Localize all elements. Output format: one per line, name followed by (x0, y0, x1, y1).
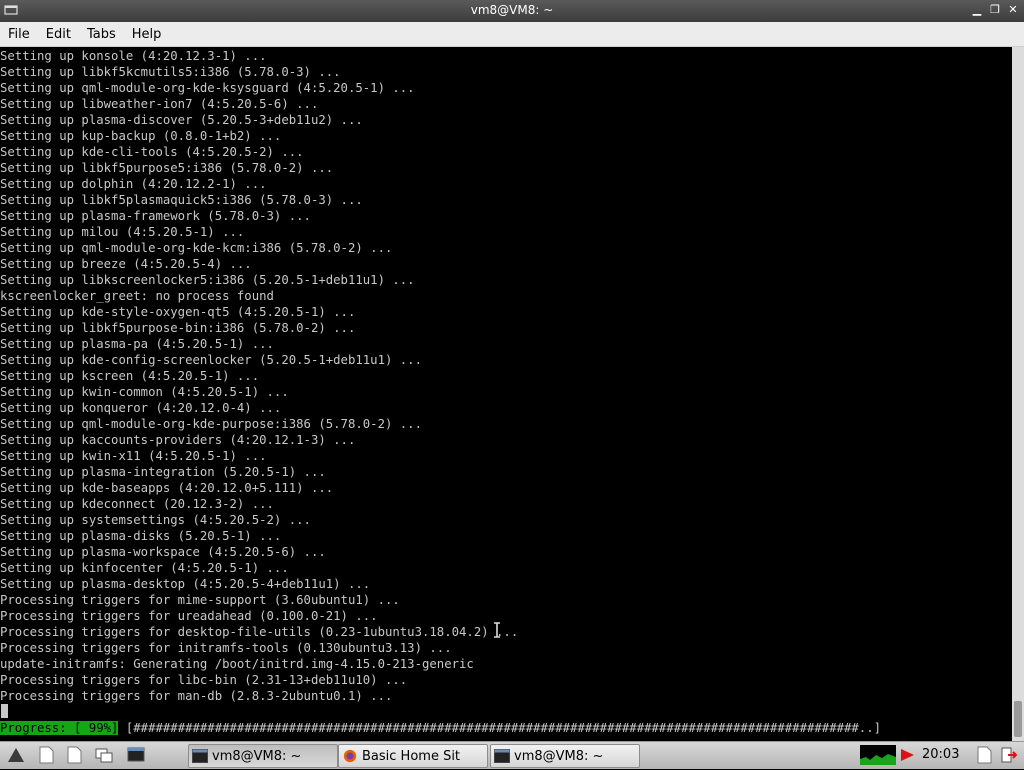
windows-icon[interactable] (94, 745, 114, 765)
terminal-line: Setting up libkscreenlocker5:i386 (5.20.… (0, 273, 415, 287)
terminal-line: Setting up kde-config-screenlocker (5.20… (0, 353, 422, 367)
terminal-line: Setting up plasma-discover (5.20.5-3+deb… (0, 113, 363, 127)
title-bar: vm8@VM8: ~ ▁ ❐ ✕ (0, 0, 1024, 22)
menu-tabs[interactable]: Tabs (79, 27, 124, 42)
terminal-line: Setting up plasma-desktop (4:5.20.5-4+de… (0, 577, 371, 591)
terminal-line: Setting up konsole (4:20.12.3-1) ... (0, 49, 267, 63)
terminal-line: Processing triggers for mime-support (3.… (0, 593, 400, 607)
clock[interactable]: 20:03 (922, 747, 959, 762)
terminal-line: Setting up qml-module-org-kde-ksysguard … (0, 81, 415, 95)
terminal-launcher-icon[interactable] (126, 745, 146, 765)
terminal-line: Setting up kde-style-oxygen-qt5 (4:5.20.… (0, 305, 356, 319)
terminal-line: Processing triggers for ureadahead (0.10… (0, 609, 378, 623)
terminal-cursor (1, 704, 8, 718)
volume-icon[interactable] (898, 745, 918, 765)
terminal-line: Setting up plasma-framework (5.78.0-3) .… (0, 209, 311, 223)
terminal-line: Setting up kscreen (4:5.20.5-1) ... (0, 369, 260, 383)
terminal-line: Setting up plasma-disks (5.20.5-1) ... (0, 529, 282, 543)
terminal-line: Setting up dolphin (4:20.12.2-1) ... (0, 177, 267, 191)
terminal-line: update-initramfs: Generating /boot/initr… (0, 657, 474, 671)
document-icon[interactable] (36, 745, 56, 765)
terminal-line: Setting up libweather-ion7 (4:5.20.5-6) … (0, 97, 319, 111)
terminal-line: Setting up libkf5purpose-bin:i386 (5.78.… (0, 321, 356, 335)
progress-label: Progress: [ 99%] (0, 721, 119, 735)
terminal-line: Setting up qml-module-org-kde-purpose:i3… (0, 417, 422, 431)
document-icon-2[interactable] (64, 745, 84, 765)
cpu-monitor-graph[interactable] (860, 745, 896, 765)
task-firefox[interactable]: Basic Home Sit (338, 744, 488, 768)
terminal-line: Setting up milou (4:5.20.5-1) ... (0, 225, 245, 239)
terminal-line: Setting up kwin-x11 (4:5.20.5-1) ... (0, 449, 267, 463)
taskbar: vm8@VM8: ~ Basic Home Sit vm8@VM8: ~ 20:… (0, 741, 1024, 769)
terminal-icon (494, 749, 510, 763)
terminal-line: Setting up breeze (4:5.20.5-4) ... (0, 257, 252, 271)
menu-edit[interactable]: Edit (38, 27, 79, 42)
terminal-line: Setting up plasma-integration (5.20.5-1)… (0, 465, 326, 479)
close-button[interactable]: ✕ (1006, 3, 1020, 17)
terminal-output[interactable]: Setting up konsole (4:20.12.3-1) ... Sett… (0, 47, 1012, 741)
terminal-line: Setting up kde-cli-tools (4:5.20.5-2) ..… (0, 145, 304, 159)
cpu-graph-icon (860, 754, 896, 765)
logout-icon[interactable] (998, 745, 1018, 765)
terminal-line: Processing triggers for initramfs-tools … (0, 641, 452, 655)
minimize-button[interactable]: ▁ (970, 3, 984, 17)
task-label: vm8@VM8: ~ (514, 748, 604, 764)
terminal-line: Setting up kwin-common (4:5.20.5-1) ... (0, 385, 289, 399)
terminal-line: Processing triggers for man-db (2.8.3-2u… (0, 689, 393, 703)
task-label: vm8@VM8: ~ (212, 748, 302, 764)
terminal-line: kscreenlocker_greet: no process found (0, 289, 274, 303)
terminal-line: Setting up qml-module-org-kde-kcm:i386 (… (0, 241, 393, 255)
terminal-line: Setting up systemsettings (4:5.20.5-2) .… (0, 513, 311, 527)
terminal-line: Processing triggers for libc-bin (2.31-1… (0, 673, 408, 687)
task-terminal-1[interactable]: vm8@VM8: ~ (188, 744, 338, 768)
menu-file[interactable]: File (0, 27, 38, 42)
terminal-line: Setting up libkf5purpose5:i386 (5.78.0-2… (0, 161, 334, 175)
terminal-line: Setting up kinfocenter (4:5.20.5-1) ... (0, 561, 289, 575)
firefox-icon (343, 749, 357, 763)
start-menu-icon[interactable] (6, 745, 26, 765)
task-terminal-2[interactable]: vm8@VM8: ~ (490, 744, 640, 768)
task-label: Basic Home Sit (362, 748, 461, 764)
terminal-line: Setting up kde-baseapps (4:20.12.0+5.111… (0, 481, 334, 495)
scrollbar-thumb[interactable] (1014, 701, 1022, 737)
terminal-line: Setting up kdeconnect (20.12.3-2) ... (0, 497, 274, 511)
maximize-button[interactable]: ❐ (988, 3, 1002, 17)
terminal-line: Setting up kaccounts-providers (4:20.12.… (0, 433, 356, 447)
terminal-line: Setting up kup-backup (0.8.0-1+b2) ... (0, 129, 282, 143)
terminal-lines: Setting up konsole (4:20.12.3-1) ... Sett… (0, 48, 1012, 704)
window-title: vm8@VM8: ~ (470, 3, 554, 17)
terminal-icon (192, 749, 208, 763)
show-desktop-icon[interactable] (974, 745, 994, 765)
menu-bar: File Edit Tabs Help (0, 22, 1024, 47)
terminal-line: Setting up plasma-workspace (4:5.20.5-6)… (0, 545, 326, 559)
text-cursor-icon (494, 622, 500, 638)
terminal-line: Setting up libkf5kcmutils5:i386 (5.78.0-… (0, 65, 341, 79)
terminal-line: Setting up libkf5plasmaquick5:i386 (5.78… (0, 193, 363, 207)
progress-bar-text: [#######################################… (118, 721, 882, 735)
menu-help[interactable]: Help (124, 27, 170, 42)
terminal-scrollbar[interactable] (1012, 47, 1024, 741)
terminal-line: Setting up konqueror (4:20.12.0-4) ... (0, 401, 282, 415)
terminal-line: Setting up plasma-pa (4:5.20.5-1) ... (0, 337, 274, 351)
apt-progress: Progress: [ 99%] [######################… (0, 720, 881, 736)
terminal-line: Processing triggers for desktop-file-uti… (0, 625, 519, 639)
